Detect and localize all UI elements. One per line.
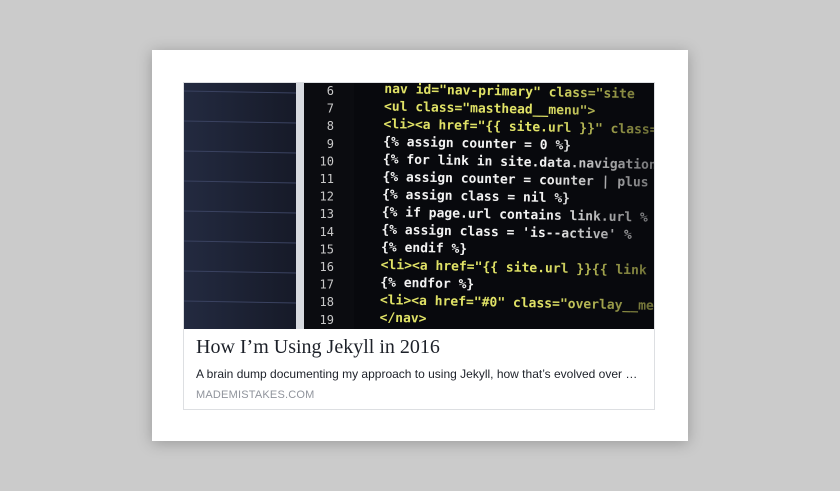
editor-sidebar-panel bbox=[184, 83, 296, 329]
code-line: {% endfor %} bbox=[380, 275, 474, 292]
line-number: 15 bbox=[320, 242, 334, 256]
line-number: 19 bbox=[320, 313, 334, 327]
code-screenshot-graphic: 678910111213141516171819 nav id="nav-pri… bbox=[184, 83, 654, 329]
line-number: 12 bbox=[320, 190, 334, 204]
line-number: 13 bbox=[320, 207, 334, 221]
line-number: 8 bbox=[327, 119, 334, 133]
code-line: {% assign counter = 0 %} bbox=[383, 135, 571, 154]
code-line: {% assign class = nil %} bbox=[382, 187, 570, 206]
line-number: 18 bbox=[320, 295, 334, 309]
line-number: 7 bbox=[327, 102, 334, 116]
card-description: A brain dump documenting my approach to … bbox=[196, 367, 638, 381]
preview-frame: 6 7 8 9 10 11 12 13 14 15 16 17 18 19 nav id="nav-pri… bbox=[152, 50, 688, 441]
card-title[interactable]: How I’m Using Jekyll in 2016 bbox=[196, 336, 644, 359]
line-number: 6 bbox=[327, 84, 334, 98]
preview-image[interactable]: 6 7 8 9 10 11 12 13 14 15 16 17 18 19 nav id="nav-pri… bbox=[184, 83, 654, 329]
line-number: 16 bbox=[320, 260, 334, 274]
line-number: 11 bbox=[320, 172, 334, 186]
line-number: 9 bbox=[327, 137, 334, 151]
code-line: </nav> bbox=[379, 311, 426, 327]
code-line: {% endif %} bbox=[381, 240, 467, 257]
panel-separator bbox=[296, 83, 304, 329]
link-preview-card[interactable]: 6 7 8 9 10 11 12 13 14 15 16 17 18 19 nav id="nav-pri… bbox=[183, 82, 655, 410]
line-number: 10 bbox=[320, 154, 334, 168]
line-number: 17 bbox=[320, 278, 334, 292]
card-domain: MADEMISTAKES.COM bbox=[196, 389, 315, 401]
line-number: 14 bbox=[320, 225, 334, 239]
